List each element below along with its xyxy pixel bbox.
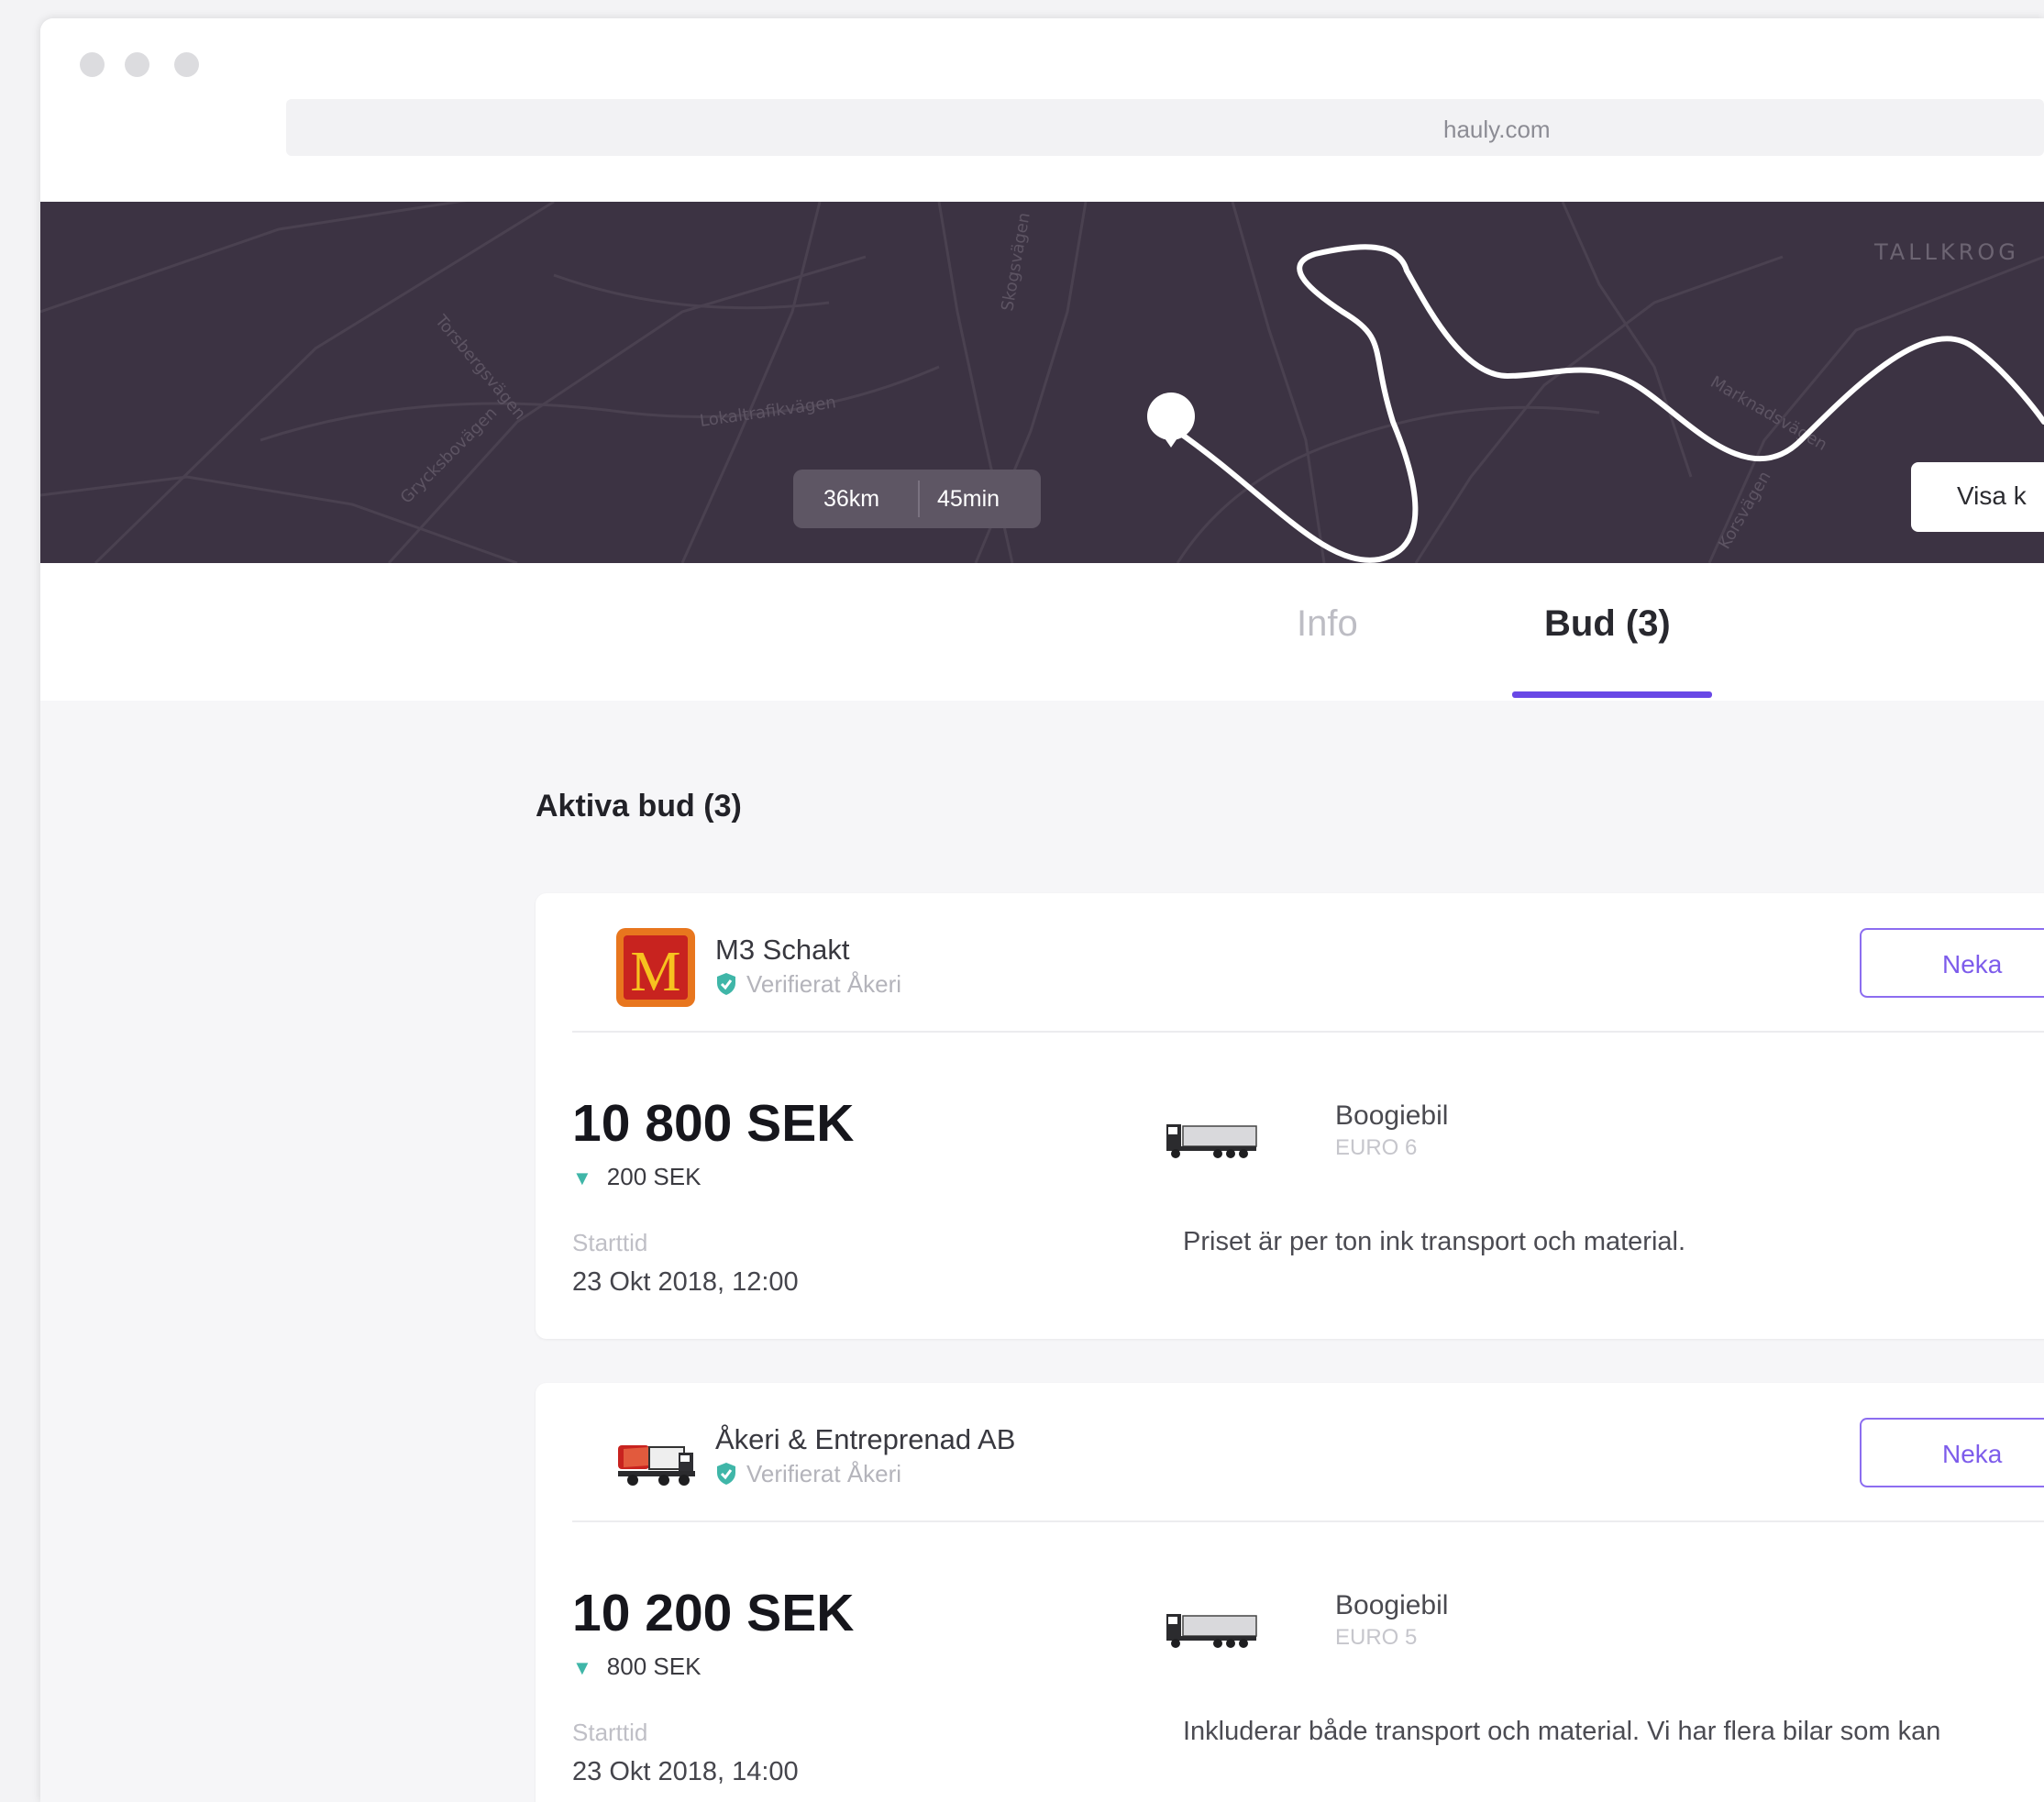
vehicle-type: Boogiebil [1335,1590,1449,1620]
tab-bids[interactable]: Bud (3) [1544,603,1671,645]
svg-text:Torsbergsvägen: Torsbergsvägen [431,311,530,424]
stats-divider [918,481,920,517]
price-drop: ▼ 200 SEK [572,1163,701,1191]
map-area-label: TALLKROG [1873,239,2019,265]
verified-badge: Verifierat Åkeri [715,970,901,999]
price-drop-amount: 200 SEK [606,1163,702,1190]
bid-note: Priset är per ton ink transport och mate… [1183,1227,1686,1256]
route-duration: 45min [937,486,1000,512]
bid-card: M M3 Schakt Verifierat Åkeri Neka 10 800… [536,893,2044,1339]
euro-class: EURO 6 [1335,1135,1418,1160]
bids-content: Aktiva bud (3) M M3 Schakt Verifierat Åk… [40,701,2044,1802]
browser-window: hauly.com Torsbergsvägen Lokaltrafikväge… [40,18,2044,1802]
svg-text:Skogsvägen: Skogsvägen [998,211,1034,313]
map-pin-icon [1147,392,1195,448]
route-stats: 36km 45min [793,470,1041,528]
company-logo: M [616,928,695,1007]
bid-card: Åkeri & Entreprenad AB Verifierat Åkeri … [536,1383,2044,1802]
truck-icon [1166,1124,1257,1158]
url-text: hauly.com [1443,116,1551,143]
route-map[interactable]: Torsbergsvägen Lokaltrafikvägen Skogsväg… [40,202,2044,563]
bid-price: 10 800 SEK [572,1094,855,1153]
reject-button[interactable]: Neka [1860,1418,2044,1487]
svg-text:M: M [630,941,680,1003]
verified-label: Verifierat Åkeri [746,1460,902,1487]
euro-class: EURO 5 [1335,1625,1418,1650]
reject-button[interactable]: Neka [1860,928,2044,998]
section-title: Aktiva bud (3) [536,789,742,824]
show-map-button[interactable]: Visa k [1911,462,2044,532]
start-time-value: 23 Okt 2018, 12:00 [572,1267,799,1297]
price-drop-amount: 800 SEK [606,1653,702,1680]
address-bar[interactable]: hauly.com [286,99,2044,156]
browser-chrome: hauly.com [40,18,2044,202]
show-map-label: Visa k [1957,481,2027,510]
company-name[interactable]: M3 Schakt [715,934,849,967]
triangle-down-icon: ▼ [572,1166,592,1189]
verified-badge: Verifierat Åkeri [715,1460,901,1488]
shield-check-icon [717,973,735,995]
active-tab-indicator [1512,691,1712,698]
window-maximize-dot[interactable] [174,52,199,77]
vehicle-type: Boogiebil [1335,1100,1449,1131]
map-canvas: Torsbergsvägen Lokaltrafikvägen Skogsväg… [40,202,2044,563]
truck-icon [1166,1614,1257,1648]
reject-label: Neka [1942,950,2003,978]
tab-bar: Info Bud (3) [40,563,2044,701]
bid-note: Inkluderar både transport och material. … [1183,1717,1941,1746]
bid-price: 10 200 SEK [572,1584,855,1642]
window-minimize-dot[interactable] [125,52,149,77]
card-divider [572,1520,2044,1522]
tab-info[interactable]: Info [1297,603,1358,645]
start-time-label: Starttid [572,1229,648,1256]
start-time-value: 23 Okt 2018, 14:00 [572,1757,799,1786]
start-time-label: Starttid [572,1719,648,1746]
triangle-down-icon: ▼ [572,1656,592,1679]
price-drop: ▼ 800 SEK [572,1653,701,1681]
svg-text:Lokaltrafikvägen: Lokaltrafikvägen [699,392,837,431]
window-close-dot[interactable] [80,52,105,77]
verified-label: Verifierat Åkeri [746,970,902,998]
shield-check-icon [717,1463,735,1485]
company-logo [618,1445,695,1486]
company-name[interactable]: Åkeri & Entreprenad AB [715,1423,1015,1456]
card-divider [572,1031,2044,1033]
reject-label: Neka [1942,1440,2003,1468]
route-distance: 36km [823,486,880,512]
